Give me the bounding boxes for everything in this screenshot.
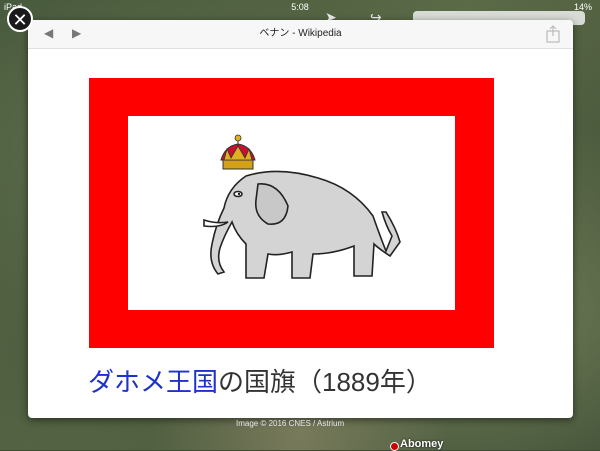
flag-caption: ダホメ王国の国旗（1889年） (88, 362, 568, 399)
map-place-label[interactable]: Abomey (400, 438, 443, 450)
crown-icon (220, 134, 256, 170)
flag-white-field (128, 116, 455, 310)
page-title: ベナン - Wikipedia (259, 28, 342, 39)
close-icon[interactable]: ✕ (7, 6, 33, 32)
dahomey-flag-image[interactable] (89, 78, 494, 348)
share-icon[interactable] (545, 25, 561, 43)
caption-text: の国旗（1889年） (218, 367, 432, 397)
dahomey-kingdom-link[interactable]: ダホメ王国 (88, 367, 218, 397)
map-copyright: Image © 2016 CNES / Astrium (236, 419, 345, 428)
elephant-figure (203, 170, 401, 279)
popup-navigation-bar: ◀ ▶ ベナン - Wikipedia (28, 20, 573, 49)
wikipedia-popup: ◀ ▶ ベナン - Wikipedia ダホメ王国の国旗（1889年） (28, 20, 573, 418)
crowned-elephant-icon (203, 134, 401, 279)
